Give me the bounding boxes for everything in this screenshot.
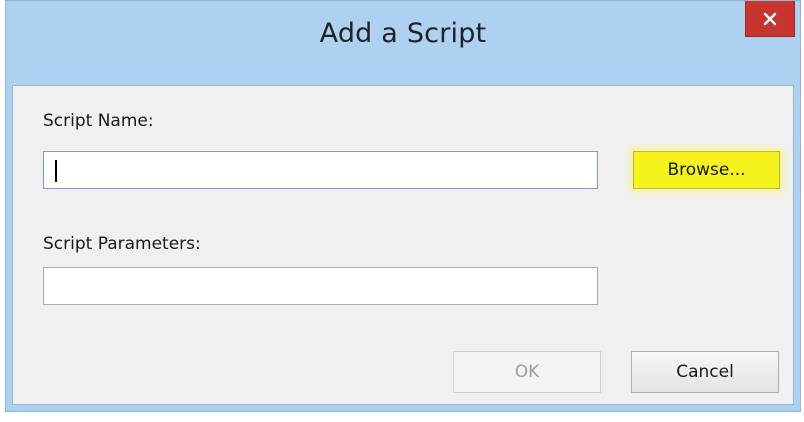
script-name-label: Script Name:	[43, 111, 154, 131]
text-caret	[55, 160, 57, 182]
dialog-title: Add a Script	[319, 18, 487, 49]
browse-button[interactable]: Browse...	[633, 151, 780, 189]
close-button[interactable]	[745, 1, 795, 37]
ok-button[interactable]: OK	[453, 351, 601, 393]
script-name-input[interactable]	[43, 151, 598, 189]
dialog-body: Script Name: Browse... Script Parameters…	[12, 85, 794, 405]
script-parameters-label: Script Parameters:	[43, 234, 201, 254]
close-icon	[762, 11, 778, 27]
cancel-button[interactable]: Cancel	[631, 351, 779, 393]
title-bar[interactable]: Add a Script	[6, 1, 800, 85]
add-script-dialog: Add a Script Script Name: Browse... Scri…	[5, 0, 801, 412]
script-parameters-input[interactable]	[43, 267, 598, 305]
